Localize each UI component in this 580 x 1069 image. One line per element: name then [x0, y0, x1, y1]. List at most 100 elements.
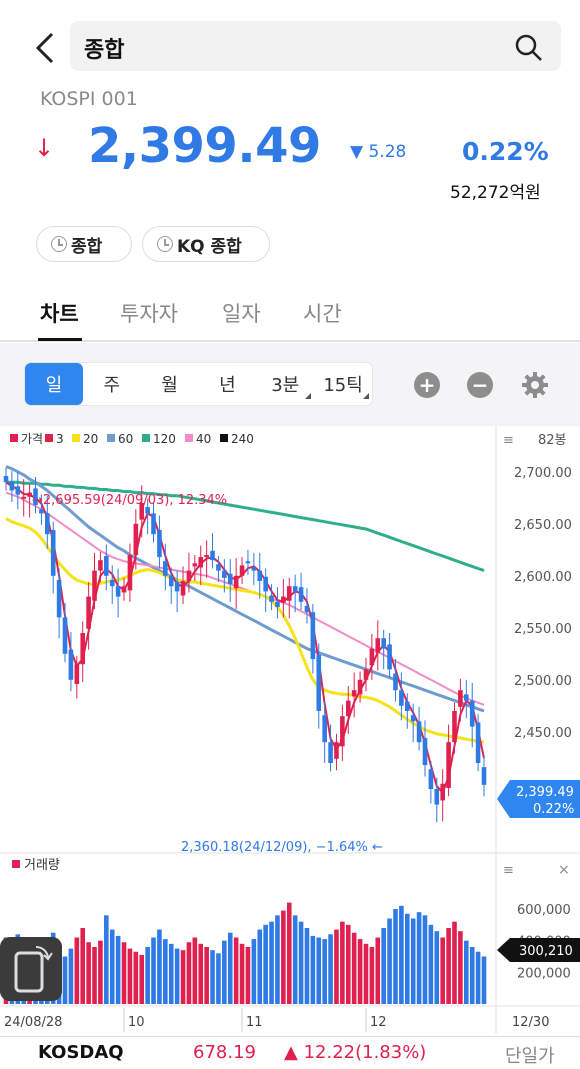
volume-bar: [458, 931, 463, 1004]
candle-body: [381, 638, 386, 649]
search-icon[interactable]: [514, 33, 544, 63]
volume-bar: [251, 939, 257, 1004]
kq-composite-pill[interactable]: KQ 종합: [142, 226, 270, 262]
composite-pill[interactable]: 종합: [36, 226, 132, 262]
legend-label-4: 120: [153, 432, 176, 446]
volume-bar: [475, 951, 481, 1004]
menu-icon[interactable]: ≡: [503, 433, 514, 448]
candle-body: [239, 565, 245, 576]
x-tick-label: 24/08/28: [4, 1015, 62, 1030]
volume-bar: [422, 915, 428, 1004]
y-tick-label: 2,650.00: [514, 518, 572, 533]
index-price: 2,399.49: [88, 118, 321, 174]
volume-bar: [186, 942, 192, 1004]
change-value: 5.28: [368, 142, 407, 162]
period-year[interactable]: 년: [198, 363, 256, 405]
volume-bar: [133, 951, 139, 1004]
high-annotation: →2,695.59(24/09/03), 12.34%: [32, 493, 227, 508]
candle-body: [74, 664, 80, 684]
candle-body: [340, 716, 345, 747]
current-price-tag: 2,399.49 0.22%: [497, 780, 580, 818]
volume-bar: [357, 939, 363, 1004]
volume-bar: [227, 932, 233, 1004]
x-tick-label: 10: [128, 1015, 145, 1030]
back-arrow-icon[interactable]: [28, 28, 64, 68]
period-month[interactable]: 월: [141, 363, 199, 405]
tab-active-indicator: [38, 338, 82, 341]
triangle-down-icon: ▼: [350, 142, 364, 162]
candle-body: [298, 587, 304, 602]
candle-body: [163, 561, 168, 576]
period-day[interactable]: 일: [25, 363, 83, 405]
period-tick[interactable]: 15틱: [314, 363, 372, 405]
volume-bar: [416, 912, 422, 1004]
candle-body: [387, 644, 392, 670]
low-annotation: 2,360.18(24/12/09), −1.64% ←: [181, 840, 383, 855]
period-minute[interactable]: 3분: [256, 363, 314, 405]
candle-body: [452, 711, 457, 743]
volume-bar: [286, 902, 292, 1004]
trade-amount: 52,272억원: [450, 183, 541, 203]
volume-bar: [281, 910, 286, 1004]
legend-label-0: 가격: [21, 432, 43, 446]
legend-label-1: 3: [56, 432, 64, 446]
zoom-in-icon[interactable]: +: [414, 372, 440, 398]
volume-bar: [204, 947, 209, 1004]
volume-bar: [304, 928, 310, 1004]
legend-swatch-2: [72, 434, 80, 442]
candle-body: [281, 596, 286, 603]
volume-bar: [222, 940, 227, 1004]
y-tick-label: 2,700.00: [514, 466, 572, 481]
clock-icon: [51, 236, 67, 252]
candle-body: [257, 570, 263, 581]
legend-swatch-3: [107, 434, 115, 442]
candle-body: [345, 700, 351, 717]
volume-bar: [109, 929, 115, 1004]
tab-time[interactable]: 시간: [303, 298, 342, 328]
volume-bar: [440, 937, 445, 1004]
tab-chart[interactable]: 차트: [40, 298, 79, 328]
candle-body: [304, 605, 310, 613]
gear-icon[interactable]: [520, 370, 550, 400]
candle-body: [363, 669, 369, 680]
zoom-out-icon[interactable]: −: [467, 372, 493, 398]
price-chart[interactable]: 가격 3 20 60 120 40 240 ≡ 82봉 2,700.00 2,650.00 2,…: [0, 426, 580, 1034]
candle-body: [357, 679, 363, 695]
tab-investor[interactable]: 투자자: [120, 298, 178, 328]
candle-body: [45, 513, 50, 535]
volume-current-tag: 300,210: [497, 938, 580, 962]
volume-menu-icon[interactable]: ≡: [503, 863, 514, 878]
search-bar[interactable]: [70, 21, 561, 71]
candle-body: [251, 567, 257, 571]
candle-body: [98, 560, 103, 571]
candle-body: [404, 701, 410, 711]
search-text[interactable]: 종합: [84, 32, 124, 64]
single-price-link[interactable]: 단일가: [505, 1042, 555, 1068]
volume-bar: [145, 947, 150, 1004]
candle-body: [399, 690, 404, 706]
close-icon[interactable]: ×: [558, 862, 570, 878]
candle-body: [416, 721, 422, 743]
candle-body: [86, 596, 91, 629]
volume-bar: [310, 935, 316, 1004]
volume-bar: [452, 921, 457, 1004]
volume-tick-label: 600,000: [517, 903, 571, 918]
candle-body: [180, 581, 186, 596]
volume-bar: [410, 918, 416, 1004]
volume-bar: [233, 937, 239, 1004]
tab-divider: [0, 340, 580, 342]
volume-bar: [428, 924, 434, 1004]
candle-body: [286, 586, 292, 601]
candle-body: [145, 507, 150, 514]
x-tick-label: 12: [370, 1015, 387, 1030]
period-week[interactable]: 주: [83, 363, 141, 405]
current-price-label: 2,399.49: [516, 785, 574, 800]
rotate-screen-icon[interactable]: [0, 937, 62, 1001]
volume-label: 거래량: [24, 858, 60, 873]
candle-body: [269, 595, 274, 602]
volume-bar: [151, 937, 156, 1004]
footer-index-name[interactable]: KOSDAQ: [38, 1042, 124, 1063]
candle-body: [133, 523, 139, 555]
candle-body: [393, 673, 398, 691]
tab-daily[interactable]: 일자: [222, 298, 261, 328]
